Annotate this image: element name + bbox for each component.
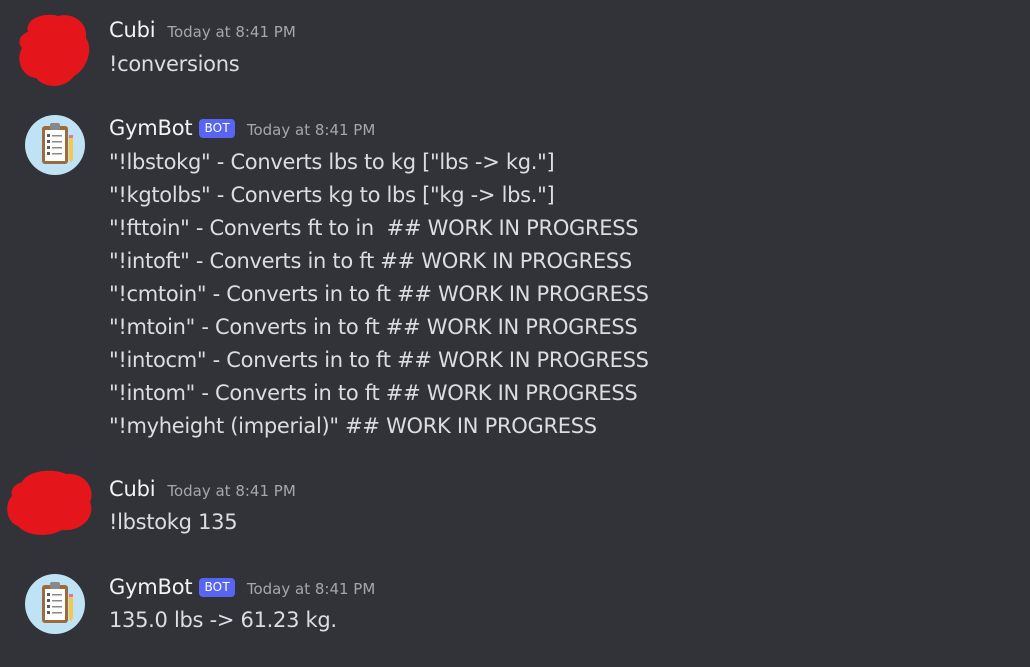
message-content: 135.0 lbs -> 61.23 kg. bbox=[109, 604, 337, 637]
bot-badge: BOT bbox=[199, 119, 235, 138]
message-content: "!lbstokg" - Converts lbs to kg ["lbs ->… bbox=[109, 146, 649, 443]
username[interactable]: GymBot bbox=[109, 116, 193, 140]
message-content: !lbstokg 135 bbox=[109, 506, 238, 539]
message-line: "!intoft" - Converts in to ft ## WORK IN… bbox=[109, 249, 632, 273]
message-line: "!lbstokg" - Converts lbs to kg ["lbs ->… bbox=[109, 150, 555, 174]
chat-messages: Cubi Today at 8:41 PM !conversions GymBo… bbox=[0, 0, 1030, 667]
message-line: "!intom" - Converts in to ft ## WORK IN … bbox=[109, 381, 638, 405]
bot-badge: BOT bbox=[199, 578, 235, 597]
redacted-avatar[interactable] bbox=[14, 10, 94, 90]
message-timestamp[interactable]: Today at 8:41 PM bbox=[167, 23, 295, 41]
bot-avatar[interactable] bbox=[25, 574, 85, 634]
clipboard-icon bbox=[42, 123, 73, 164]
username[interactable]: GymBot bbox=[109, 575, 193, 599]
message-line: "!cmtoin" - Converts in to ft ## WORK IN… bbox=[109, 282, 649, 306]
message-timestamp[interactable]: Today at 8:41 PM bbox=[167, 482, 295, 500]
message-timestamp[interactable]: Today at 8:41 PM bbox=[247, 580, 375, 598]
message-line: "!intocm" - Converts in to ft ## WORK IN… bbox=[109, 348, 649, 372]
username[interactable]: Cubi bbox=[109, 477, 156, 501]
message-line: "!myheight (imperial)" ## WORK IN PROGRE… bbox=[109, 414, 597, 438]
message-line: "!fttoin" - Converts ft to in ## WORK IN… bbox=[109, 216, 639, 240]
bot-avatar[interactable] bbox=[25, 115, 85, 175]
username[interactable]: Cubi bbox=[109, 18, 156, 42]
redacted-avatar[interactable] bbox=[4, 468, 96, 538]
message-line: !conversions bbox=[109, 52, 240, 76]
message-line: 135.0 lbs -> 61.23 kg. bbox=[109, 608, 337, 632]
message-line: "!mtoin" - Converts in to ft ## WORK IN … bbox=[109, 315, 638, 339]
message-line: !lbstokg 135 bbox=[109, 510, 238, 534]
message-content: !conversions bbox=[109, 48, 240, 81]
message-line: "!kgtolbs" - Converts kg to lbs ["kg -> … bbox=[109, 183, 555, 207]
message-timestamp[interactable]: Today at 8:41 PM bbox=[247, 121, 375, 139]
clipboard-icon bbox=[42, 582, 73, 623]
